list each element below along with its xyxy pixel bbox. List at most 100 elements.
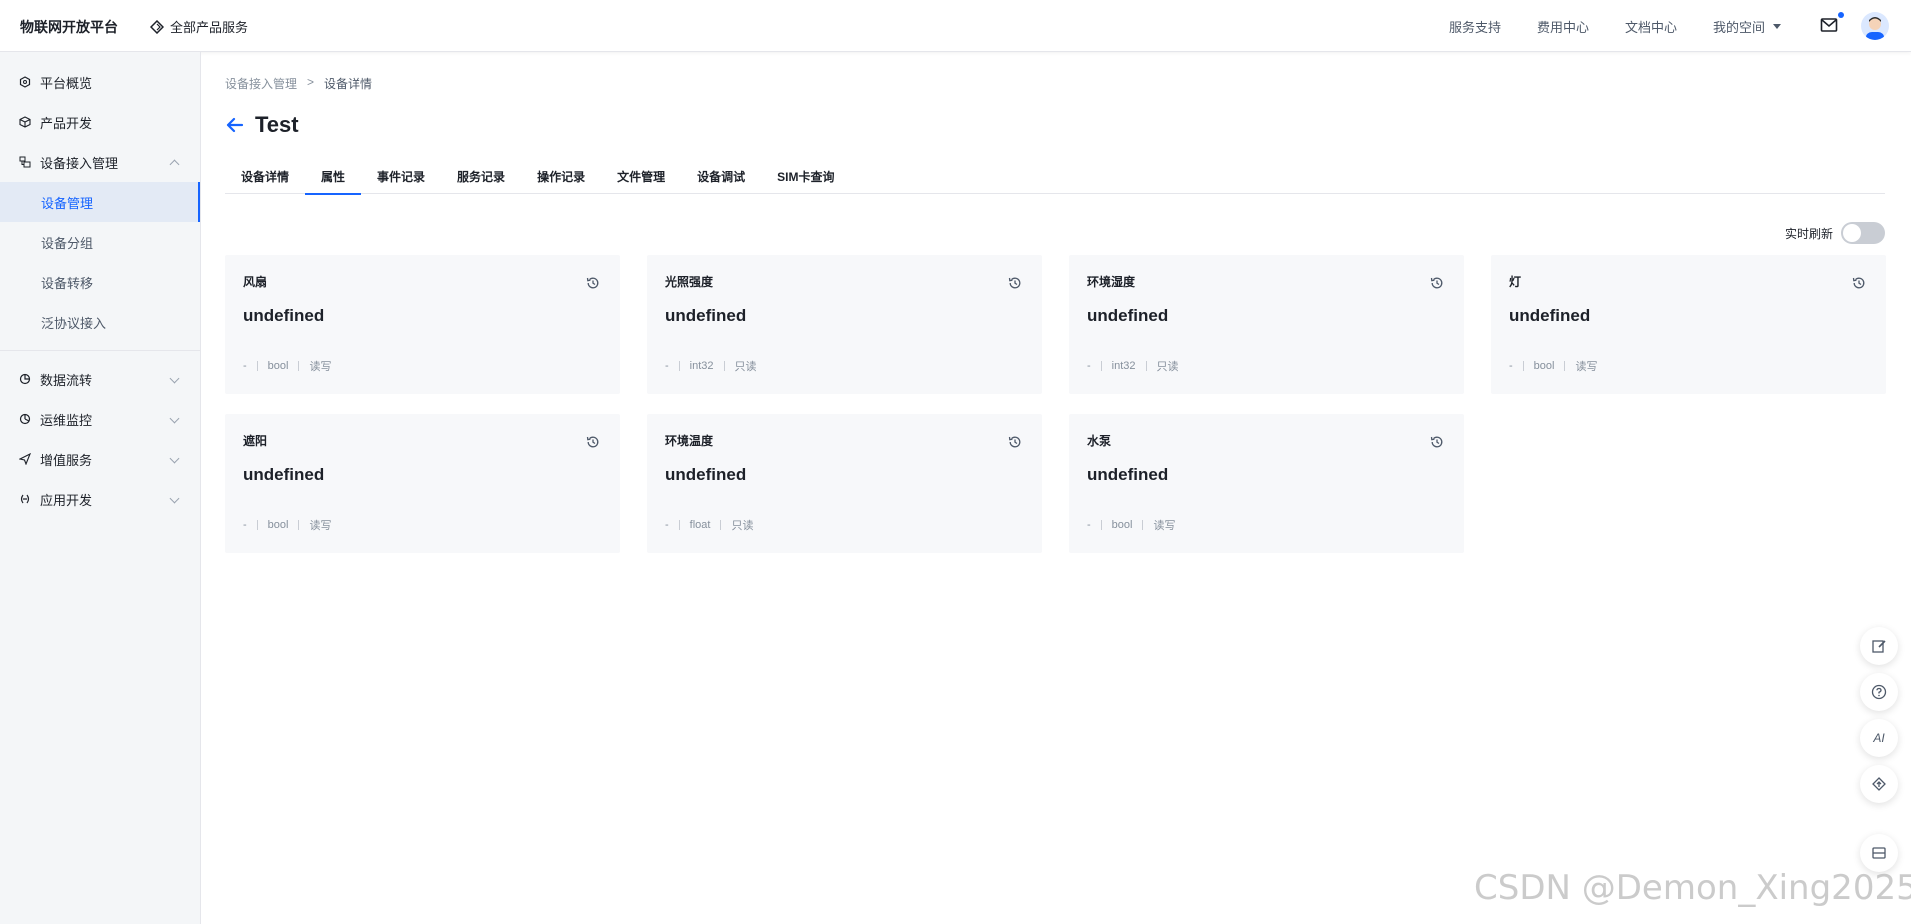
property-access: 只读: [731, 520, 754, 532]
property-card: 灯 undefined - bool 读写: [1491, 255, 1886, 394]
brand-title[interactable]: 物联网开放平台: [20, 17, 118, 37]
edit-button[interactable]: [1860, 627, 1898, 665]
tab-sim-query[interactable]: SIM卡查询: [761, 164, 850, 194]
meta-separator: [678, 520, 680, 530]
property-name: 环境温度: [665, 434, 714, 448]
meta-separator: [1522, 361, 1524, 371]
notification-dot: [1838, 12, 1844, 18]
cloud-button[interactable]: [1860, 765, 1898, 803]
property-meta: - bool 读写: [243, 517, 331, 533]
history-icon[interactable]: [1430, 276, 1444, 290]
property-unit: -: [1087, 360, 1091, 372]
history-icon[interactable]: [1852, 276, 1866, 290]
property-access: 读写: [309, 361, 332, 373]
chevron-down-icon: [169, 493, 180, 504]
property-card: 风扇 undefined - bool 读写: [225, 255, 620, 394]
cloud-upload-icon: [1872, 777, 1886, 791]
property-access: 读写: [1153, 520, 1176, 532]
property-unit: -: [665, 360, 669, 372]
nav-my-space[interactable]: 我的空间: [1713, 17, 1781, 36]
property-type: float: [689, 519, 711, 531]
property-name: 环境湿度: [1087, 275, 1136, 289]
sidebar-item-label: 设备接入管理: [40, 155, 119, 171]
sidebar-item-data-flow[interactable]: 数据流转: [0, 359, 200, 399]
breadcrumb-parent[interactable]: 设备接入管理: [225, 75, 297, 92]
property-name: 水泵: [1087, 434, 1112, 448]
avatar[interactable]: [1861, 12, 1889, 40]
sidebar-item-device-access[interactable]: 设备接入管理: [0, 142, 200, 182]
tab-properties[interactable]: 属性: [305, 164, 362, 195]
property-meta: - float 只读: [665, 517, 753, 533]
nav-service-support[interactable]: 服务支持: [1449, 17, 1501, 36]
monitor-icon: [18, 412, 32, 426]
meta-separator: [1100, 361, 1102, 371]
nav-billing-center[interactable]: 费用中心: [1537, 17, 1589, 36]
property-meta: - bool 读写: [1509, 358, 1597, 374]
caret-down-icon: [1773, 23, 1781, 29]
help-button[interactable]: [1860, 673, 1898, 711]
sidebar-item-label: 运维监控: [40, 412, 93, 428]
sidebar-item-label: 产品开发: [40, 115, 93, 131]
chevron-down-icon: [169, 373, 180, 384]
history-icon[interactable]: [586, 435, 600, 449]
tab-service-records[interactable]: 服务记录: [441, 164, 521, 194]
app-icon: [18, 492, 32, 506]
property-value: undefined: [665, 465, 747, 484]
meta-separator: [723, 361, 725, 371]
history-icon[interactable]: [1008, 276, 1022, 290]
top-nav: 服务支持 费用中心 文档中心 我的空间: [1413, 0, 1781, 52]
tab-operation-records[interactable]: 操作记录: [521, 164, 601, 194]
property-meta: - bool 读写: [1087, 517, 1175, 533]
tab-event-records[interactable]: 事件记录: [361, 164, 441, 194]
realtime-refresh-label: 实时刷新: [1784, 226, 1833, 241]
property-access: 读写: [309, 520, 332, 532]
device-icon: [18, 155, 32, 169]
history-icon[interactable]: [1008, 435, 1022, 449]
property-unit: -: [665, 519, 669, 531]
ai-button[interactable]: AI: [1860, 719, 1898, 757]
sidebar: 平台概览 产品开发 设备接入管理 设备管理 设备分组 设备转移 泛协议接入 数据…: [0, 52, 201, 924]
help-icon: [1871, 684, 1887, 700]
property-type: bool: [267, 360, 289, 372]
property-card: 遮阳 undefined - bool 读写: [225, 414, 620, 553]
sidebar-subitem-device-group[interactable]: 设备分组: [0, 222, 200, 262]
tab-file-management[interactable]: 文件管理: [601, 164, 681, 194]
breadcrumb-separator: >: [307, 75, 315, 89]
property-name: 遮阳: [243, 434, 268, 448]
top-header: 物联网开放平台 全部产品服务 服务支持 费用中心 文档中心 我的空间: [0, 0, 1911, 52]
realtime-refresh-toggle[interactable]: [1841, 222, 1885, 244]
chevron-down-icon: [169, 453, 180, 464]
sidebar-subitem-device-management[interactable]: 设备管理: [0, 182, 200, 222]
property-unit: -: [1087, 519, 1091, 531]
sidebar-subitem-device-transfer[interactable]: 设备转移: [0, 262, 200, 302]
sidebar-divider: [0, 350, 200, 351]
meta-separator: [298, 520, 300, 530]
history-icon[interactable]: [1430, 435, 1444, 449]
mail-icon[interactable]: [1820, 17, 1838, 33]
nav-docs-center[interactable]: 文档中心: [1625, 17, 1677, 36]
property-value: undefined: [665, 306, 747, 325]
tab-device-details[interactable]: 设备详情: [225, 164, 305, 194]
sidebar-item-platform-overview[interactable]: 平台概览: [0, 62, 200, 102]
chevron-down-icon: [169, 413, 180, 424]
hexagon-icon: [18, 75, 32, 89]
sidebar-item-ops-monitor[interactable]: 运维监控: [0, 399, 200, 439]
property-card: 环境湿度 undefined - int32 只读: [1069, 255, 1464, 394]
property-type: int32: [1111, 360, 1136, 372]
sidebar-item-value-added[interactable]: 增值服务: [0, 439, 200, 479]
arrow-left-icon[interactable]: [225, 115, 245, 135]
send-icon: [18, 452, 32, 466]
sidebar-item-product-dev[interactable]: 产品开发: [0, 102, 200, 142]
property-value: undefined: [243, 306, 325, 325]
property-card: 环境温度 undefined - float 只读: [647, 414, 1042, 553]
collapse-button[interactable]: [1860, 834, 1898, 872]
sidebar-item-app-dev[interactable]: 应用开发: [0, 479, 200, 519]
all-products-button[interactable]: 全部产品服务: [150, 17, 248, 36]
history-icon[interactable]: [586, 276, 600, 290]
property-value: undefined: [243, 465, 325, 484]
cube-icon: [18, 115, 32, 129]
sidebar-subitem-generic-protocol[interactable]: 泛协议接入: [0, 302, 200, 342]
tab-device-debug[interactable]: 设备调试: [681, 164, 761, 194]
avatar-image: [1861, 12, 1889, 40]
property-value: undefined: [1509, 306, 1591, 325]
